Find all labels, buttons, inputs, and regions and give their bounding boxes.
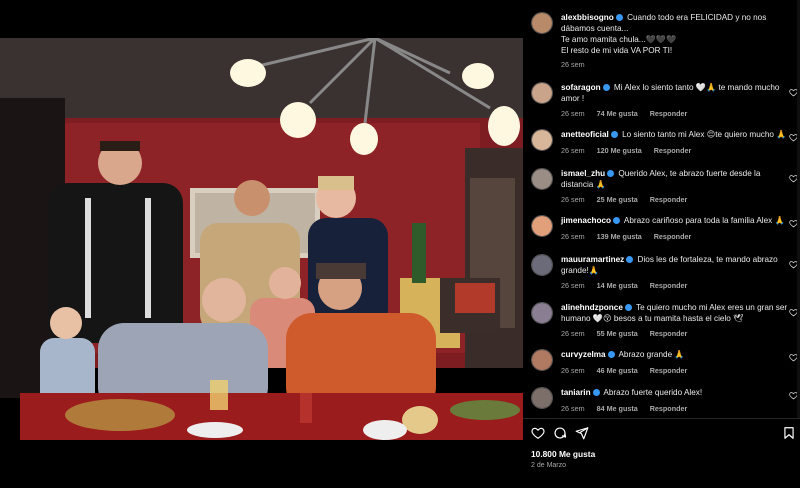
comment-meta: 26 sem 120 Me gusta Responder <box>561 146 691 155</box>
comment-message: Abrazo grande 🙏 <box>618 350 685 359</box>
comment-likes[interactable]: 46 Me gusta <box>597 366 638 375</box>
comment-likes[interactable]: 14 Me gusta <box>597 281 638 290</box>
comment-text: mauuramartinez Dios les de fortaleza, te… <box>561 254 789 276</box>
comment-username[interactable]: sofaragon <box>561 83 601 92</box>
avatar[interactable] <box>531 12 553 34</box>
comment-meta: 26 sem <box>561 60 585 69</box>
comment-meta: 26 sem 46 Me gusta Responder <box>561 366 687 375</box>
verified-badge-icon <box>592 389 600 396</box>
comment-username[interactable]: anetteoficial <box>561 130 609 139</box>
comment-message: Abrazo cariñoso para toda la familia Ale… <box>623 216 785 225</box>
comment-text: alexbbisogno Cuando todo era FELICIDAD y… <box>561 12 789 56</box>
comment-time: 26 sem <box>561 109 585 118</box>
likes-count[interactable]: 10.800 Me gusta <box>531 449 595 459</box>
comment-likes[interactable]: 139 Me gusta <box>597 232 642 241</box>
verified-badge-icon <box>607 351 615 358</box>
comment-username[interactable]: alinehndzponce <box>561 303 623 312</box>
verified-badge-icon <box>610 131 618 138</box>
comment-text: sofaragon Mi Alex lo siento tanto 🤍🙏 te … <box>561 82 789 104</box>
post-media[interactable] <box>0 0 523 488</box>
comments-list[interactable]: alexbbisogno Cuando todo era FELICIDAD y… <box>523 0 800 418</box>
comment-text: anetteoficial Lo siento tanto mi Alex 😔t… <box>561 129 789 140</box>
reply-button[interactable]: Responder <box>650 195 688 204</box>
comment-likes[interactable]: 74 Me gusta <box>597 109 638 118</box>
comment-meta: 26 sem 84 Me gusta Responder <box>561 404 687 413</box>
avatar[interactable] <box>531 387 553 409</box>
comment-text: alinehndzponce Te quiero mucho mi Alex e… <box>561 302 789 324</box>
comment-username[interactable]: alexbbisogno <box>561 13 614 22</box>
comment-time: 26 sem <box>561 195 585 204</box>
family-photo-illustration <box>0 38 523 440</box>
reply-button[interactable]: Responder <box>650 366 688 375</box>
reply-button[interactable]: Responder <box>654 146 692 155</box>
bookmark-icon[interactable] <box>782 426 796 440</box>
divider <box>523 418 800 419</box>
post-date: 2 de Marzo <box>531 462 567 469</box>
comments-panel: alexbbisogno Cuando todo era FELICIDAD y… <box>523 0 800 488</box>
verified-badge-icon <box>602 84 610 91</box>
reply-button[interactable]: Responder <box>650 109 688 118</box>
comment-meta: 26 sem 139 Me gusta Responder <box>561 232 691 241</box>
comment-username[interactable]: ismael_zhu <box>561 169 605 178</box>
comment-meta: 26 sem 74 Me gusta Responder <box>561 109 687 118</box>
post-actions <box>531 426 796 442</box>
reply-button[interactable]: Responder <box>654 232 692 241</box>
share-icon[interactable] <box>575 426 589 440</box>
avatar[interactable] <box>531 254 553 276</box>
post-photo[interactable] <box>0 38 523 440</box>
avatar[interactable] <box>531 82 553 104</box>
verified-badge-icon <box>626 256 634 263</box>
comment-text: ismael_zhu Querido Alex, te abrazo fuert… <box>561 168 789 190</box>
avatar[interactable] <box>531 129 553 151</box>
avatar[interactable] <box>531 349 553 371</box>
comment-time: 26 sem <box>561 329 585 338</box>
comment-username[interactable]: mauuramartinez <box>561 255 624 264</box>
avatar[interactable] <box>531 302 553 324</box>
comment-message: Lo siento tanto mi Alex 😔te quiero mucho… <box>622 130 787 139</box>
verified-badge-icon <box>607 170 615 177</box>
comment-likes[interactable]: 55 Me gusta <box>597 329 638 338</box>
reply-button[interactable]: Responder <box>650 281 688 290</box>
avatar[interactable] <box>531 168 553 190</box>
comment-text: curvyzelma Abrazo grande 🙏 <box>561 349 789 360</box>
comment-text: jimenachoco Abrazo cariñoso para toda la… <box>561 215 789 226</box>
comment-time: 26 sem <box>561 281 585 290</box>
comment-meta: 26 sem 55 Me gusta Responder <box>561 329 687 338</box>
comment-time: 26 sem <box>561 232 585 241</box>
comment-likes[interactable]: 25 Me gusta <box>597 195 638 204</box>
reply-button[interactable]: Responder <box>650 404 688 413</box>
comment-message-line3: El resto de mi vida VA POR TI! <box>561 46 673 55</box>
comment-username[interactable]: jimenachoco <box>561 216 611 225</box>
avatar[interactable] <box>531 215 553 237</box>
comment-likes[interactable]: 120 Me gusta <box>597 146 642 155</box>
comment-time: 26 sem <box>561 146 585 155</box>
comment-meta: 26 sem 14 Me gusta Responder <box>561 281 687 290</box>
verified-badge-icon <box>613 217 621 224</box>
comment-likes[interactable]: 84 Me gusta <box>597 404 638 413</box>
comment-message: Abrazo fuerte querido Alex! <box>603 388 703 397</box>
comment-icon[interactable] <box>553 426 567 440</box>
verified-badge-icon <box>624 304 632 311</box>
comment-time: 26 sem <box>561 60 585 69</box>
verified-badge-icon <box>615 14 623 21</box>
comment-message-line2: Te amo mamita chula...🖤🖤🖤 <box>561 35 677 44</box>
comment-text: taniarin Abrazo fuerte querido Alex! <box>561 387 789 398</box>
comment-username[interactable]: curvyzelma <box>561 350 606 359</box>
comment-time: 26 sem <box>561 404 585 413</box>
comment-time: 26 sem <box>561 366 585 375</box>
comment-username[interactable]: taniarin <box>561 388 591 397</box>
reply-button[interactable]: Responder <box>650 329 688 338</box>
like-heart-icon[interactable] <box>531 426 545 440</box>
comment-meta: 26 sem 25 Me gusta Responder <box>561 195 687 204</box>
